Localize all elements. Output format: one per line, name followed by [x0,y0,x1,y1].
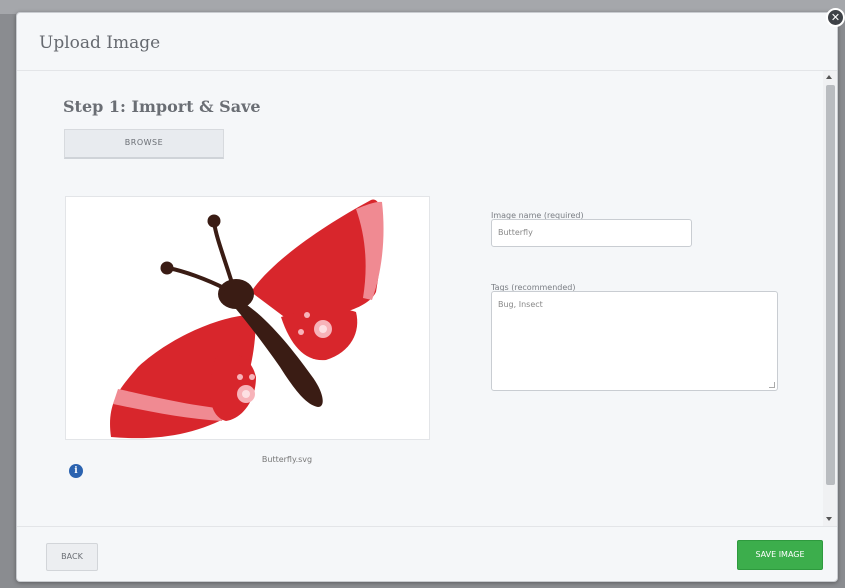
image-name-input[interactable]: Butterfly [491,219,692,247]
scroll-thumb[interactable] [826,85,835,485]
upload-image-dialog: Upload Image Step 1: Import & Save BROWS… [16,12,838,582]
tags-textarea[interactable]: Bug, Insect [491,291,778,391]
close-icon[interactable]: ✕ [826,8,845,27]
image-preview [65,196,430,440]
dialog-content: Step 1: Import & Save BROWSE i Butterfly… [17,71,823,526]
file-name-label: Butterfly.svg [261,455,313,464]
resize-grip[interactable] [769,382,775,388]
back-button[interactable]: BACK [46,543,98,571]
scroll-up-icon[interactable] [826,75,832,79]
save-image-button[interactable]: SAVE IMAGE [737,540,823,570]
dialog-header: Upload Image [17,13,837,71]
info-icon[interactable]: i [69,464,83,478]
browse-button[interactable]: BROWSE [64,129,224,159]
butterfly-image [110,199,384,439]
dialog-footer: BACK SAVE IMAGE [17,526,837,581]
scroll-down-icon[interactable] [826,517,832,521]
dialog-title: Upload Image [39,33,161,53]
step-title: Step 1: Import & Save [63,97,261,116]
tags-value: Bug, Insect [498,300,543,309]
vertical-scrollbar[interactable] [823,71,837,526]
